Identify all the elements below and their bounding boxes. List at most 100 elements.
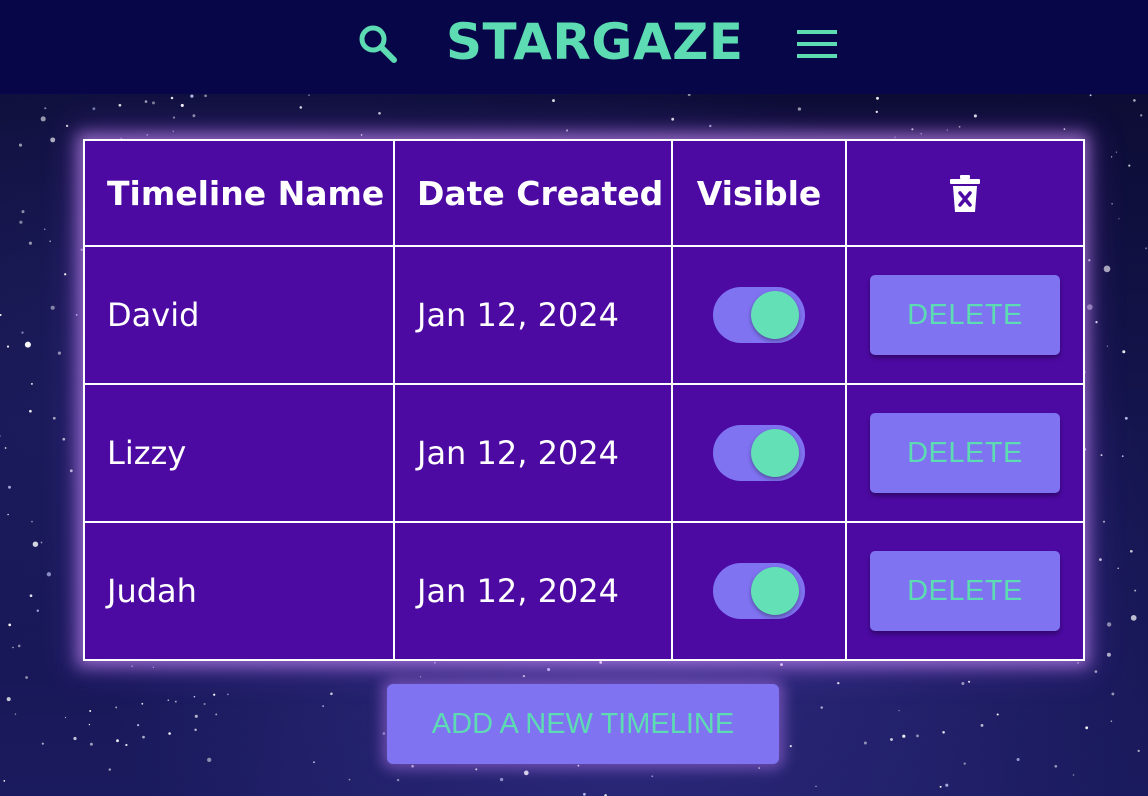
star [1072, 774, 1075, 776]
star [1140, 114, 1143, 117]
timeline-name-cell: Lizzy [83, 383, 395, 523]
star [1063, 128, 1066, 130]
visibility-toggle[interactable] [713, 563, 805, 619]
star [360, 134, 363, 136]
delete-button[interactable]: DELETE [870, 413, 1060, 493]
star [894, 136, 897, 139]
star [92, 107, 96, 111]
star [213, 693, 216, 696]
star [1099, 558, 1102, 561]
star [547, 667, 551, 672]
star [599, 660, 603, 664]
star [89, 709, 92, 713]
star [167, 699, 170, 702]
brand-logo[interactable]: STARGAZE [446, 12, 750, 72]
star [378, 111, 381, 115]
star [174, 700, 177, 703]
star [50, 305, 55, 310]
star [1121, 455, 1124, 458]
star [1118, 218, 1120, 220]
star [18, 143, 23, 147]
search-icon [359, 25, 397, 63]
star [758, 767, 761, 769]
date-created-cell: Jan 12, 2024 [393, 383, 673, 523]
star [6, 345, 10, 348]
star [1016, 757, 1020, 762]
star [1130, 615, 1137, 621]
delete-cell: DELETE [845, 245, 1085, 385]
star [890, 738, 893, 741]
star [916, 734, 919, 738]
star [7, 513, 9, 516]
star [64, 273, 67, 276]
star [62, 437, 66, 441]
top-navigation-bar: STARGAZE [0, 0, 1148, 94]
star [152, 666, 154, 668]
star [419, 676, 422, 678]
star [168, 732, 171, 735]
star [203, 702, 206, 706]
menu-button[interactable] [790, 22, 844, 66]
table-row: Judah Jan 12, 2024 DELETE [83, 521, 1085, 661]
star [4, 447, 7, 449]
visibility-toggle[interactable] [713, 287, 805, 343]
star [898, 709, 900, 712]
star [980, 723, 984, 727]
star [40, 541, 43, 544]
star [194, 728, 197, 732]
star [142, 735, 145, 739]
star [963, 762, 966, 765]
star [75, 314, 78, 316]
star [920, 132, 922, 135]
date-created-cell: Jan 12, 2024 [393, 521, 673, 661]
date-created-cell: Jan 12, 2024 [393, 245, 673, 385]
star [46, 572, 52, 577]
visible-cell [671, 245, 847, 385]
star [797, 107, 802, 111]
star [141, 702, 144, 705]
star [299, 106, 303, 109]
star [820, 706, 823, 709]
visibility-toggle[interactable] [713, 425, 805, 481]
header-visible: Visible [671, 139, 847, 247]
delete-button[interactable]: DELETE [870, 275, 1060, 355]
star [108, 768, 111, 771]
star [939, 785, 942, 788]
timeline-name-cell: David [83, 245, 395, 385]
star [1124, 416, 1128, 420]
star [207, 757, 212, 763]
star [172, 130, 175, 133]
star [204, 94, 207, 98]
timeline-name-cell: Judah [83, 521, 395, 661]
star [396, 778, 400, 782]
star [40, 116, 46, 122]
table-header-row: Timeline Name Date Created Visible [83, 139, 1085, 247]
hamburger-menu-icon [797, 30, 837, 58]
star [1087, 304, 1093, 310]
star [583, 792, 586, 796]
star [330, 692, 333, 696]
star [116, 739, 119, 743]
header-delete-column [845, 139, 1085, 247]
star [1111, 692, 1115, 696]
add-new-timeline-button[interactable]: ADD A NEW TIMELINE [387, 684, 779, 764]
star [499, 777, 504, 782]
star [52, 416, 56, 420]
star [29, 409, 32, 413]
star [1077, 662, 1079, 664]
star [973, 114, 977, 118]
star [1137, 749, 1140, 753]
star [30, 382, 33, 385]
star [57, 351, 61, 355]
star [8, 485, 11, 489]
star [180, 103, 184, 107]
star [946, 129, 948, 131]
star [36, 609, 39, 612]
star [44, 228, 46, 230]
star [1088, 259, 1091, 262]
star [1089, 94, 1092, 97]
star [190, 94, 194, 98]
delete-button[interactable]: DELETE [870, 551, 1060, 631]
search-button[interactable] [352, 20, 404, 68]
star [125, 743, 128, 747]
